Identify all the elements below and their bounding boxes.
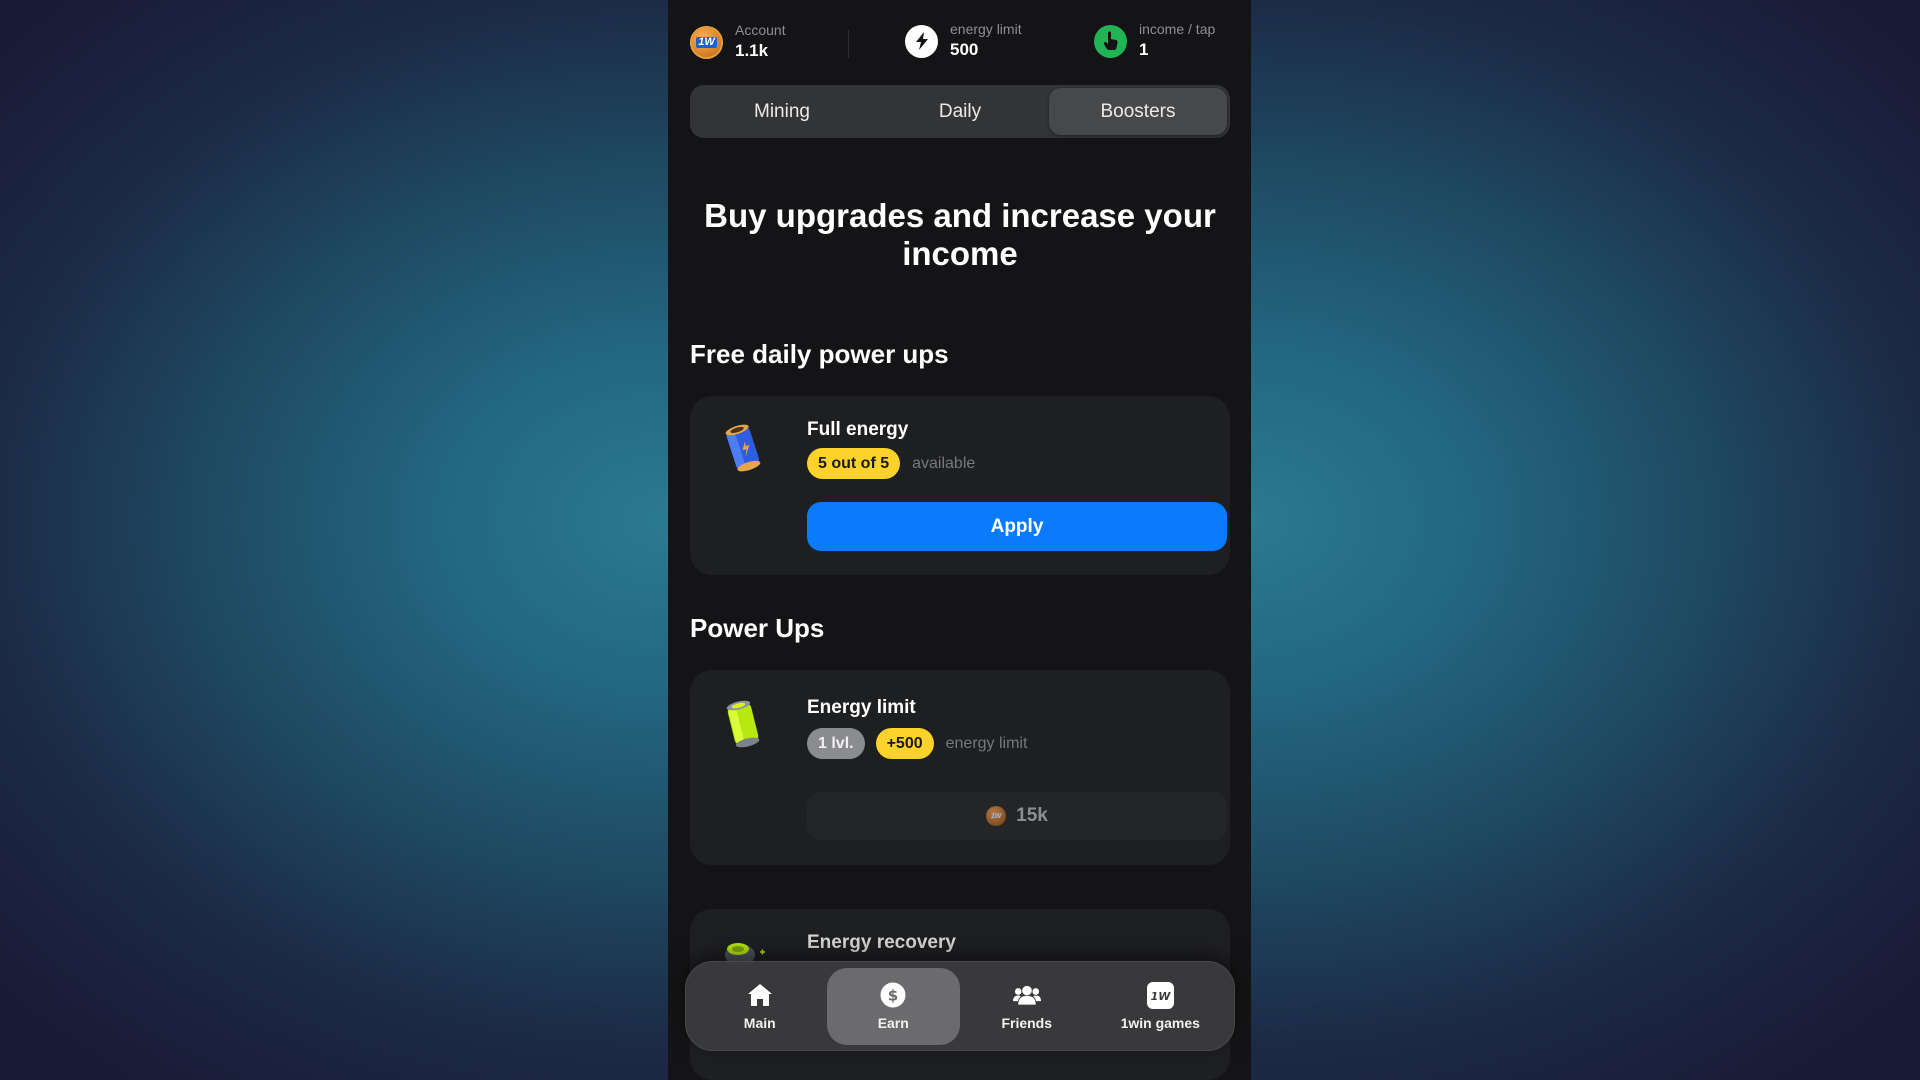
blue-battery-icon (722, 422, 764, 474)
price-value: 15k (1016, 805, 1048, 826)
nav-main-label: Main (743, 1015, 776, 1031)
energy-recovery-title: Energy recovery (807, 932, 956, 953)
tab-bar: Mining Daily Boosters (690, 85, 1230, 138)
account-stat: 1W Account 1.1k (690, 22, 786, 62)
income-per-tap-value: 1 (1139, 40, 1149, 59)
nav-friends-label: Friends (1001, 1015, 1053, 1031)
1w-coin-icon: 1W (986, 806, 1007, 826)
tap-hand-icon (1094, 24, 1127, 58)
home-icon (746, 981, 774, 1009)
energy-limit-card: Energy limit 1 lvl. +500 energy limit 1W… (690, 670, 1230, 865)
free-daily-heading: Free daily power ups (690, 339, 949, 369)
nav-earn-label: Earn (877, 1015, 909, 1031)
full-energy-card: Full energy 5 out of 5 available Apply (690, 396, 1230, 575)
nav-1win-games-label: 1win games (1120, 1015, 1200, 1031)
header-divider (848, 30, 849, 58)
tab-mining[interactable]: Mining (693, 88, 871, 135)
energy-limit-info: 1 lvl. +500 energy limit (807, 728, 1027, 759)
income-per-tap-stat: income / tap 1 (1094, 21, 1215, 61)
apply-button[interactable]: Apply (807, 502, 1227, 551)
available-label: available (912, 454, 976, 472)
page-title: Buy upgrades and increase your income (704, 197, 1216, 272)
dollar-coin-icon: $ (879, 981, 907, 1009)
energy-limit-stat: energy limit 500 (905, 21, 1022, 61)
power-ups-heading: Power Ups (690, 613, 825, 643)
account-label: Account (735, 22, 786, 38)
energy-limit-value: 500 (950, 40, 979, 59)
svg-text:1W: 1W (1150, 990, 1171, 1003)
bottom-nav: Main $ Earn Friends 1W 1win games (685, 961, 1235, 1051)
account-value: 1.1k (735, 41, 769, 60)
nav-1win-games[interactable]: 1W 1win games (1094, 968, 1228, 1045)
tab-daily[interactable]: Daily (871, 88, 1049, 135)
full-energy-availability: 5 out of 5 available (807, 448, 975, 479)
green-battery-icon (722, 698, 764, 750)
1w-coin-icon: 1W (690, 25, 723, 59)
bonus-badge: +500 (875, 728, 934, 759)
energy-limit-title: Energy limit (807, 697, 916, 718)
svg-text:$: $ (888, 987, 898, 1005)
nav-earn[interactable]: $ Earn (826, 967, 960, 1045)
income-per-tap-label: income / tap (1139, 21, 1216, 37)
background-right (1251, 0, 1920, 1080)
energy-limit-label: energy limit (950, 21, 1022, 37)
tab-boosters[interactable]: Boosters (1049, 88, 1227, 135)
nav-main[interactable]: Main (693, 968, 827, 1045)
nav-friends[interactable]: Friends (960, 968, 1094, 1045)
friends-icon (1012, 981, 1041, 1009)
lightning-icon (905, 24, 938, 58)
uses-left-badge: 5 out of 5 (807, 448, 901, 479)
level-badge: 1 lvl. (807, 728, 865, 759)
1win-logo-icon: 1W (1146, 981, 1174, 1009)
app-panel: 1W Account 1.1k energy limit 500 income … (668, 0, 1251, 1080)
bonus-suffix-label: energy limit (945, 734, 1028, 752)
buy-energy-limit-button[interactable]: 1W 15k (807, 792, 1227, 840)
full-energy-title: Full energy (807, 419, 909, 440)
